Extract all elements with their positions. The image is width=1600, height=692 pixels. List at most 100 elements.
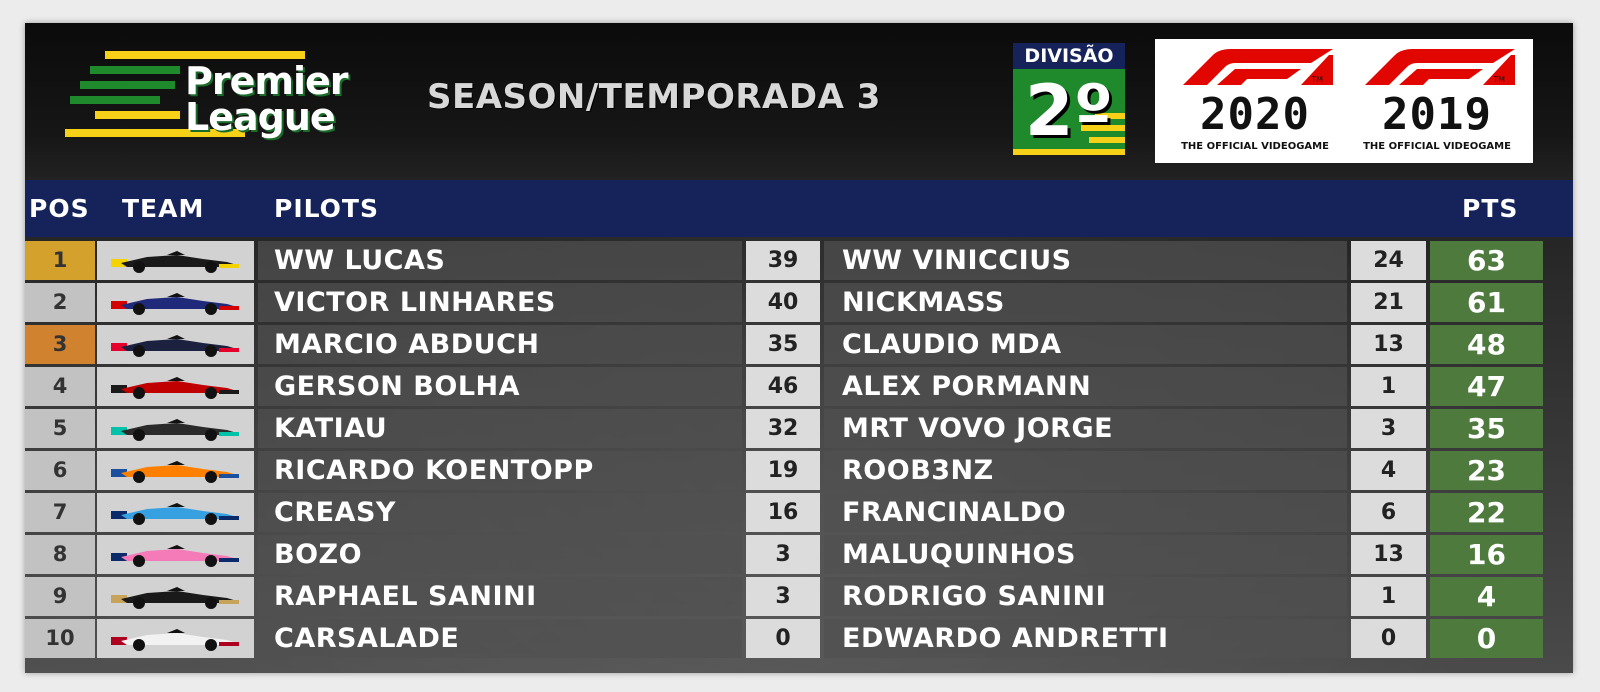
team-car-icon: [111, 629, 239, 651]
logo-stripe: [95, 111, 180, 119]
car-halo: [167, 461, 185, 465]
pilot1-points: 3: [746, 535, 820, 574]
pilot1-points: 46: [746, 367, 820, 406]
logo-stripe: [90, 66, 180, 74]
car-halo: [167, 335, 185, 339]
team-car-icon: [111, 461, 239, 483]
pilot1-name: VICTOR LINHARES: [258, 283, 742, 322]
car-front-wing: [219, 558, 239, 562]
car-front-wing: [219, 390, 239, 394]
column-header-pos: POS: [29, 194, 90, 223]
car-halo: [167, 251, 185, 255]
position-cell: 4: [25, 367, 95, 406]
team-cell: [97, 619, 254, 658]
car-front-wing: [219, 642, 239, 646]
pilot2-name: ALEX PORMANN: [824, 367, 1347, 406]
league-name: Premier League: [185, 62, 348, 139]
table-row: 9 RAPHAEL SANINI 3 RODRIGO SANINI 1 4: [25, 577, 1543, 617]
pilot2-points: 24: [1351, 241, 1426, 280]
car-wheel: [133, 303, 145, 315]
f1-2020-year: 2020: [1200, 89, 1310, 140]
pilot1-name: RAPHAEL SANINI: [258, 577, 742, 616]
team-car-icon: [111, 545, 239, 567]
car-wheel: [133, 513, 145, 525]
season-title: SEASON/TEMPORADA 3: [427, 77, 881, 117]
division-value: 2º: [1024, 70, 1114, 152]
team-car-icon: [111, 503, 239, 525]
car-wheel: [205, 303, 217, 315]
car-wheel: [133, 639, 145, 651]
car-halo: [167, 545, 185, 549]
pilot2-points: 4: [1351, 451, 1426, 490]
column-header-team: TEAM: [122, 194, 205, 223]
table-row: 7 CREASY 16 FRANCINALDO 6 22: [25, 493, 1543, 533]
team-car-icon: [111, 377, 239, 399]
car-wheel: [133, 555, 145, 567]
pilot2-points: 3: [1351, 409, 1426, 448]
team-total-points: 47: [1430, 367, 1543, 406]
pilot2-name: MRT VOVO JORGE: [824, 409, 1347, 448]
car-wheel: [133, 387, 145, 399]
f1-2019-tm: TM: [1493, 75, 1505, 84]
f1-2020-logo: TM 2020 THE OFFICIAL VIDEOGAME: [1165, 39, 1345, 163]
table-row: 8 BOZO 3 MALUQUINHOS 13 16: [25, 535, 1543, 575]
team-car-icon: [111, 251, 239, 273]
pilot1-name: RICARDO KOENTOPP: [258, 451, 742, 490]
pilot2-name: ROOB3NZ: [824, 451, 1347, 490]
table-row: 10 CARSALADE 0 EDWARDO ANDRETTI 0 0: [25, 619, 1543, 659]
pilot1-name: WW LUCAS: [258, 241, 742, 280]
pilot1-points: 0: [746, 619, 820, 658]
car-wheel: [133, 597, 145, 609]
team-car-icon: [111, 293, 239, 315]
header-banner: Premier League SEASON/TEMPORADA 3 DIVISÃ…: [25, 23, 1573, 183]
pilot1-name: MARCIO ABDUCH: [258, 325, 742, 364]
car-halo: [167, 377, 185, 381]
position-cell: 10: [25, 619, 95, 658]
pilot2-points: 6: [1351, 493, 1426, 532]
division-value-box: 2º: [1013, 69, 1125, 155]
pilot2-points: 21: [1351, 283, 1426, 322]
team-total-points: 61: [1430, 283, 1543, 322]
pilot1-points: 35: [746, 325, 820, 364]
pilot2-points: 13: [1351, 325, 1426, 364]
position-cell: 7: [25, 493, 95, 532]
division-label: DIVISÃO: [1013, 43, 1125, 69]
pilot2-points: 1: [1351, 367, 1426, 406]
logo-stripe: [105, 51, 305, 59]
car-wheel: [205, 345, 217, 357]
team-total-points: 23: [1430, 451, 1543, 490]
division-badge: DIVISÃO 2º: [1013, 43, 1125, 155]
pilot2-name: FRANCINALDO: [824, 493, 1347, 532]
position-cell: 1: [25, 241, 95, 280]
car-wheel: [133, 261, 145, 273]
pilot1-name: CREASY: [258, 493, 742, 532]
car-front-wing: [219, 306, 239, 310]
team-cell: [97, 367, 254, 406]
team-total-points: 22: [1430, 493, 1543, 532]
team-cell: [97, 241, 254, 280]
pilot1-name: KATIAU: [258, 409, 742, 448]
car-wheel: [205, 555, 217, 567]
pilot1-points: 39: [746, 241, 820, 280]
pilot2-points: 13: [1351, 535, 1426, 574]
table-row: 6 RICARDO KOENTOPP 19 ROOB3NZ 4 23: [25, 451, 1543, 491]
position-cell: 8: [25, 535, 95, 574]
car-halo: [167, 629, 185, 633]
f1-2019-logo: TM 2019 THE OFFICIAL VIDEOGAME: [1347, 39, 1527, 163]
column-header-pts: PTS: [1462, 194, 1519, 223]
position-cell: 2: [25, 283, 95, 322]
pilot2-name: WW VINICCIUS: [824, 241, 1347, 280]
pilot2-points: 0: [1351, 619, 1426, 658]
team-total-points: 63: [1430, 241, 1543, 280]
league-name-line2: League: [185, 95, 336, 139]
f1-2019-year: 2019: [1382, 89, 1492, 140]
team-cell: [97, 535, 254, 574]
car-halo: [167, 587, 185, 591]
car-wheel: [205, 471, 217, 483]
car-wheel: [205, 597, 217, 609]
car-halo: [167, 419, 185, 423]
pilot1-points: 19: [746, 451, 820, 490]
pilot2-name: MALUQUINHOS: [824, 535, 1347, 574]
team-total-points: 48: [1430, 325, 1543, 364]
pilot1-name: CARSALADE: [258, 619, 742, 658]
